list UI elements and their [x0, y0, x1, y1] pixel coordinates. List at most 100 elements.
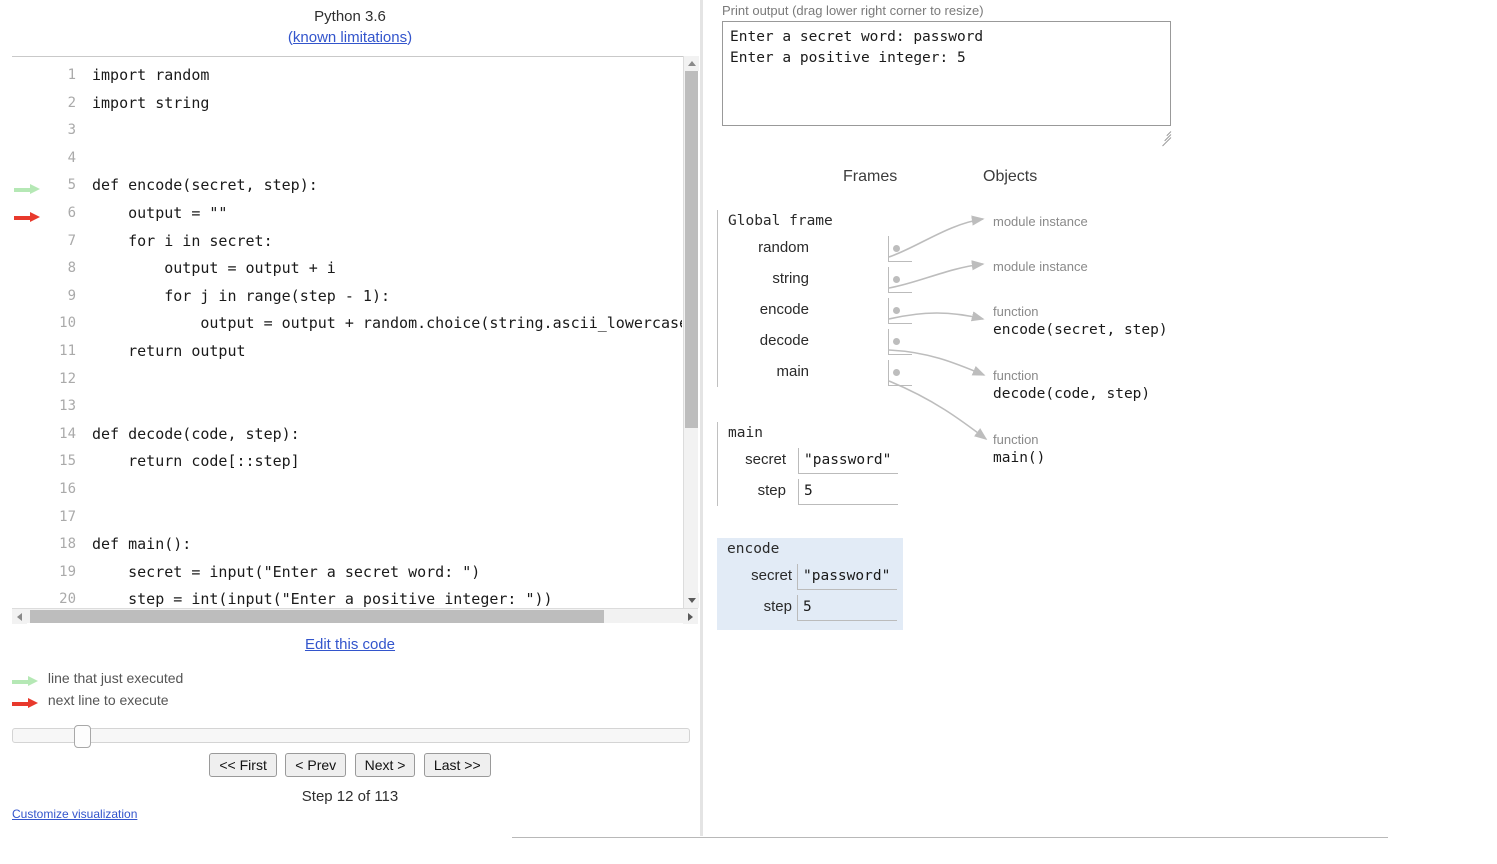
heap-object-function-encode: function encode(secret, step) [993, 303, 1168, 340]
pointer-dot-icon [893, 369, 900, 376]
code-pane: Python 3.6 (known limitations) 1 import r… [0, 0, 700, 864]
scroll-up-button[interactable] [684, 56, 699, 71]
code-text: output = output + i [92, 255, 336, 283]
code-line[interactable]: 12 [12, 366, 682, 394]
code-text: for i in secret: [92, 228, 273, 256]
var-row: string [718, 263, 888, 294]
frames-column-header: Frames [843, 168, 897, 186]
scroll-down-button[interactable] [684, 593, 699, 608]
next-step-button[interactable]: Next > [355, 753, 416, 777]
print-output-box[interactable]: Enter a secret word: password Enter a po… [722, 21, 1171, 126]
code-line[interactable]: 17 [12, 504, 682, 532]
code-line[interactable]: 16 [12, 476, 682, 504]
code-line[interactable]: 3 [12, 117, 682, 145]
code-line[interactable]: 15 return code[::step] [12, 448, 682, 476]
code-line[interactable]: 6 output = "" [12, 200, 682, 228]
object-type-label: function [993, 303, 1168, 320]
var-pointer-box [888, 360, 912, 386]
object-type-label: function [993, 431, 1045, 448]
known-limitations-link[interactable]: known limitations [293, 29, 407, 46]
edit-this-code-link[interactable]: Edit this code [305, 636, 395, 653]
horizontal-scroll-thumb[interactable] [30, 610, 604, 623]
line-number: 3 [48, 117, 76, 145]
line-number: 2 [48, 90, 76, 118]
frame-global: Global frame random string encode decode [717, 210, 887, 387]
code-text: import random [92, 62, 209, 90]
heap-object-module-string: module instance [993, 258, 1088, 275]
var-value: "password" [798, 448, 898, 474]
scroll-left-button[interactable] [12, 609, 27, 624]
line-number: 13 [48, 393, 76, 421]
var-pointer-box [888, 236, 912, 262]
language-header: Python 3.6 (known limitations) [0, 0, 700, 48]
line-marker-empty [14, 117, 48, 145]
var-pointer-box [888, 267, 912, 293]
line-marker-empty [14, 338, 48, 366]
triangle-up-icon [688, 61, 696, 66]
pointer-dot-icon [893, 307, 900, 314]
line-marker-empty [14, 366, 48, 394]
code-line[interactable]: 14def decode(code, step): [12, 421, 682, 449]
code-line[interactable]: 9 for j in range(step - 1): [12, 283, 682, 311]
line-number: 5 [48, 172, 76, 200]
resize-grip-icon[interactable] [1159, 128, 1171, 140]
code-line[interactable]: 13 [12, 393, 682, 421]
code-text: for j in range(step - 1): [92, 283, 390, 311]
code-line[interactable]: 4 [12, 145, 682, 173]
line-number: 12 [48, 366, 76, 394]
code-line[interactable]: 11 return output [12, 338, 682, 366]
line-number: 4 [48, 145, 76, 173]
line-number: 1 [48, 62, 76, 90]
navigation-buttons: << First < Prev Next > Last >> [0, 753, 700, 777]
var-row: secret "password" [717, 560, 903, 591]
step-counter: Step 12 of 113 [0, 788, 700, 805]
var-pointer-box [888, 329, 912, 355]
line-marker-empty [14, 393, 48, 421]
triangle-down-icon [688, 598, 696, 603]
var-row: main [718, 356, 888, 387]
code-text: def main(): [92, 531, 191, 559]
line-marker-empty [14, 145, 48, 173]
customize-visualization-link[interactable]: Customize visualization [12, 807, 137, 821]
prev-step-button[interactable]: < Prev [285, 753, 346, 777]
code-horizontal-scrollbar[interactable] [12, 608, 698, 623]
code-vertical-scrollbar[interactable] [683, 56, 698, 608]
object-type-label: module instance [993, 213, 1088, 230]
slider-handle[interactable] [74, 725, 91, 748]
red-arrow-icon [12, 698, 38, 709]
vertical-scroll-thumb[interactable] [685, 71, 698, 428]
line-marker-empty [14, 504, 48, 532]
scroll-right-button[interactable] [683, 609, 698, 624]
object-signature: decode(code, step) [993, 384, 1150, 404]
line-number: 15 [48, 448, 76, 476]
var-name: secret [713, 444, 793, 475]
first-step-button[interactable]: << First [209, 753, 276, 777]
code-line[interactable]: 1 import random [12, 62, 682, 90]
visualization-pane: Print output (drag lower right corner to… [703, 0, 1497, 864]
code-line[interactable]: 18def main(): [12, 531, 682, 559]
last-step-button[interactable]: Last >> [424, 753, 491, 777]
line-marker-empty [14, 62, 48, 90]
object-signature: encode(secret, step) [993, 320, 1168, 340]
code-line[interactable]: 19 secret = input("Enter a secret word: … [12, 559, 682, 587]
execution-slider[interactable] [12, 728, 690, 743]
line-marker [14, 172, 48, 200]
triangle-left-icon [17, 613, 22, 621]
frame-main-vars: secret "password" step 5 [718, 444, 897, 506]
code-line[interactable]: 8 output = output + i [12, 255, 682, 283]
line-number: 17 [48, 504, 76, 532]
line-marker-empty [14, 448, 48, 476]
line-marker-empty [14, 476, 48, 504]
line-marker-empty [14, 283, 48, 311]
code-line[interactable]: 2import string [12, 90, 682, 118]
code-display[interactable]: 1 import random2import string345 def encod… [12, 56, 697, 623]
code-line[interactable]: 5 def encode(secret, step): [12, 172, 682, 200]
code-line[interactable]: 7 for i in secret: [12, 228, 682, 256]
frame-encode-vars: secret "password" step 5 [717, 560, 903, 622]
line-number: 7 [48, 228, 76, 256]
code-line[interactable]: 10 output = output + random.choice(strin… [12, 310, 682, 338]
heap-object-module-random: module instance [993, 213, 1088, 230]
code-text: def encode(secret, step): [92, 172, 318, 200]
print-output-label: Print output (drag lower right corner to… [722, 3, 984, 18]
var-value: "password" [797, 564, 897, 590]
